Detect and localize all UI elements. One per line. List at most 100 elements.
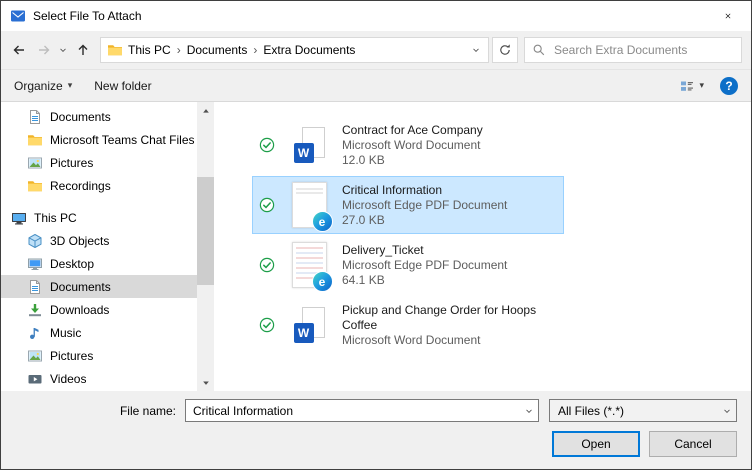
file-name: Critical Information [342,182,443,197]
sidebar-item-label: Downloads [50,302,110,317]
file-type: Microsoft Edge PDF Document [342,257,508,272]
change-view-icon[interactable] [679,78,695,94]
address-bar[interactable]: This PC › Documents › Extra Documents [100,37,489,63]
refresh-button[interactable] [492,37,518,63]
folder-icon [27,178,43,194]
sidebar-item-label: Documents [50,279,111,294]
scroll-down-button[interactable] [197,374,214,391]
breadcrumb-this-pc[interactable]: This PC [123,38,176,62]
file-type-select[interactable]: All Files (*.*) [549,399,737,422]
sidebar-item-videos[interactable]: Videos [1,367,197,390]
downloads-icon [27,302,43,318]
close-icon [723,11,733,21]
music-icon [27,325,43,341]
sidebar-item-music[interactable]: Music [1,321,197,344]
chevron-down-icon [524,406,534,416]
search-box[interactable] [524,37,742,63]
sidebar-item-recordings[interactable]: Recordings [1,174,197,197]
sidebar-item-label: Videos [50,371,87,386]
sidebar-item-label: Documents [50,109,111,124]
file-size: 27.0 KB [342,212,385,227]
organize-button[interactable]: Organize ▾ [14,79,72,93]
file-row-pickup-and-change-order[interactable]: W Pickup and Change Order for Hoops Coff… [252,296,564,354]
sidebar-item-label: This PC [34,210,77,225]
videos-icon [27,371,43,387]
toolbar-right: ▾ ? [679,76,738,95]
sidebar-item-label: Pictures [50,348,94,363]
organize-label: Organize [14,78,63,93]
file-row-contract-for-ace-company[interactable]: W Contract for Ace Company Microsoft Wor… [252,116,564,174]
sidebar-item-microsoft-teams-chat-files[interactable]: Microsoft Teams Chat Files [1,128,197,151]
search-input[interactable] [552,42,734,58]
documents-icon [27,109,43,125]
help-icon: ? [725,78,733,93]
new-folder-label: New folder [94,78,152,93]
cancel-button[interactable]: Cancel [649,431,737,457]
sidebar-item-label: Music [50,325,82,340]
navigation-pane: Documents Microsoft Teams Chat Files Pic… [1,102,197,391]
file-icon-cell: W [280,119,338,171]
title-bar: Select File To Attach [1,1,751,31]
sidebar-item-label: Microsoft Teams Chat Files [50,132,195,147]
sidebar-item-documents-quick[interactable]: Documents [1,105,197,128]
file-name-dropdown-button[interactable] [519,400,538,421]
sidebar-item-documents[interactable]: Documents [1,275,197,298]
file-size: 64.1 KB [342,272,385,287]
desktop-icon [27,256,43,272]
scrollbar-thumb[interactable] [197,177,214,285]
edge-icon: e [311,211,333,232]
chevron-down-icon: ▾ [67,80,73,90]
close-button[interactable] [705,1,751,31]
sidebar-item-downloads[interactable]: Downloads [1,298,197,321]
refresh-icon [498,43,512,57]
sync-status-icon [259,317,276,333]
file-type: Microsoft Edge PDF Document [342,197,508,212]
breadcrumb-extra-documents[interactable]: Extra Documents [258,38,360,62]
folder-icon [27,132,43,148]
pictures-icon [27,348,43,364]
up-button[interactable] [70,38,95,63]
pdf-thumbnail: e [291,242,333,292]
navigation-bar: This PC › Documents › Extra Documents [1,31,751,69]
open-button[interactable]: Open [552,431,640,457]
file-type-dropdown-button[interactable] [717,400,736,421]
sidebar-item-pictures-quick[interactable]: Pictures [1,151,197,174]
sidebar-item-this-pc[interactable]: This PC [1,206,197,229]
sidebar-item-label: Pictures [50,155,94,170]
word-icon: W [293,307,325,343]
chevron-down-icon [722,406,732,416]
file-row-critical-information[interactable]: e Critical Information Microsoft Edge PD… [252,176,564,234]
file-name-input[interactable] [186,400,519,421]
breadcrumb-documents[interactable]: Documents [182,38,253,62]
documents-icon [27,279,43,295]
views-dropdown-button[interactable]: ▾ [699,81,704,90]
app-icon [10,8,26,24]
toolbar: Organize ▾ New folder ▾ ? [1,69,751,102]
recent-locations-button[interactable] [56,38,70,63]
open-file-dialog: Select File To Attach This PC › Document… [0,0,752,470]
sidebar-item-label: Recordings [50,178,111,193]
back-button[interactable] [6,38,31,63]
sidebar-item-pictures[interactable]: Pictures [1,344,197,367]
file-size: 12.0 KB [342,152,385,167]
file-icon-cell: e [280,179,338,232]
sidebar-item-3d-objects[interactable]: 3D Objects [1,229,197,252]
dialog-footer: File name: All Files (*.*) Open Cancel [1,391,751,469]
chevron-down-icon [471,45,481,55]
back-arrow-icon [11,42,27,58]
forward-arrow-icon [36,42,52,58]
file-name-label: File name: [119,403,176,418]
file-row-delivery-ticket[interactable]: e Delivery_Ticket Microsoft Edge PDF Doc… [252,236,564,294]
sidebar-item-desktop[interactable]: Desktop [1,252,197,275]
new-folder-button[interactable]: New folder [94,79,151,93]
main-area: Documents Microsoft Teams Chat Files Pic… [1,102,751,391]
forward-button[interactable] [31,38,56,63]
file-name: Contract for Ace Company [342,122,483,137]
scrollbar-track[interactable] [197,119,214,374]
file-type-value: All Files (*.*) [558,403,625,418]
scroll-up-button[interactable] [197,102,214,119]
address-dropdown-button[interactable] [466,45,486,55]
help-button[interactable]: ? [720,76,738,95]
sidebar-scrollbar[interactable] [197,102,214,391]
file-name: Delivery_Ticket [342,242,424,257]
